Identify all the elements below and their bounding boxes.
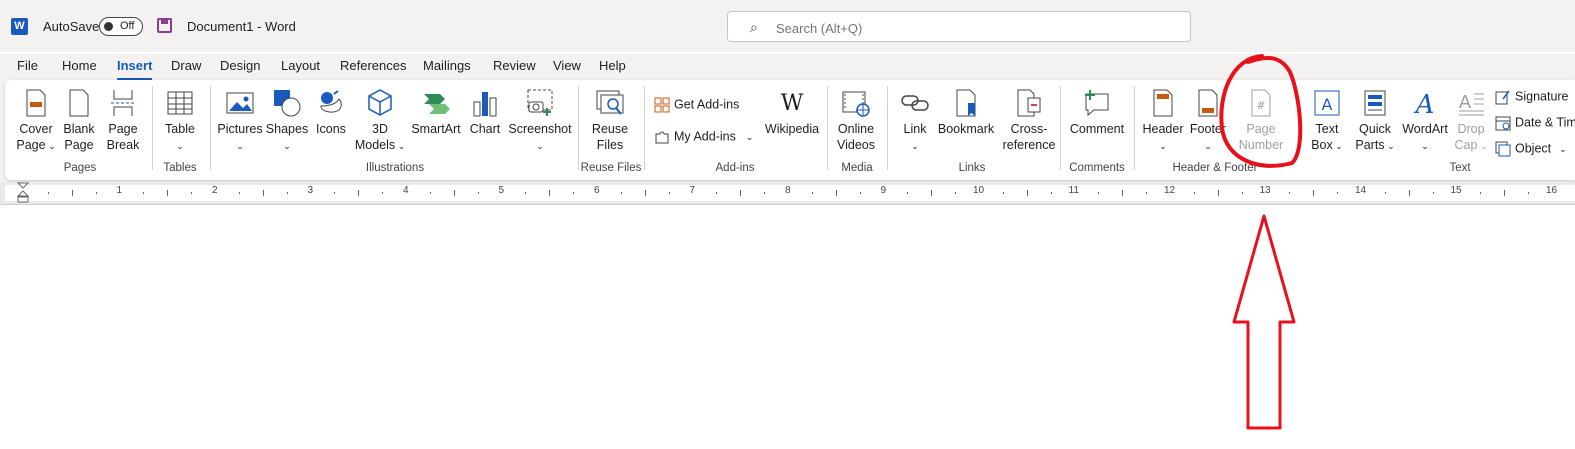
annotation-overlay [1219,54,1303,430]
annotation-arrow [1232,214,1296,430]
annotation-circle [1219,54,1303,168]
